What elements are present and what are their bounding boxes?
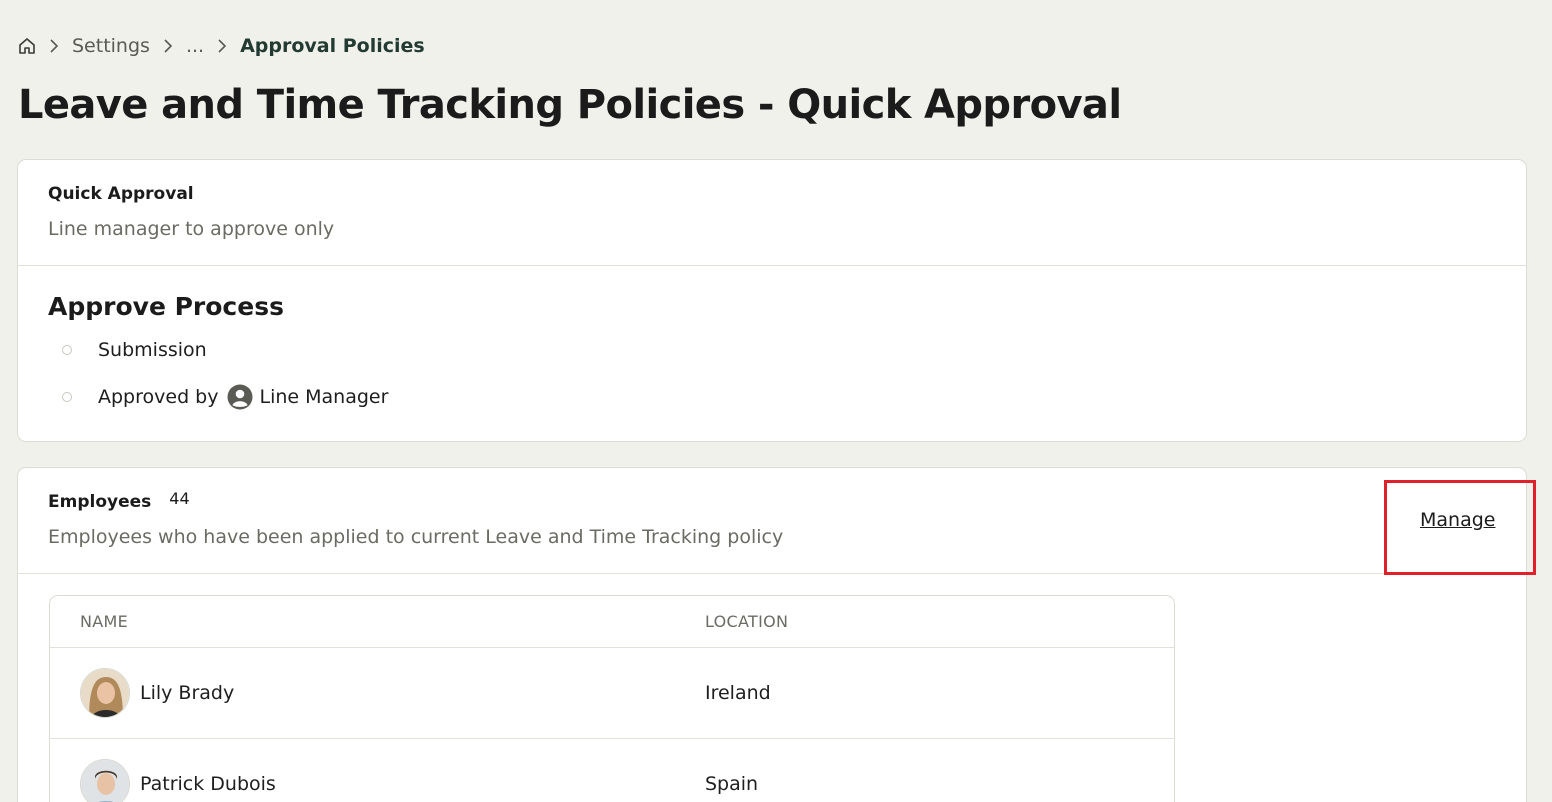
- table-row[interactable]: Lily Brady Ireland: [50, 648, 1174, 739]
- table-header: NAME LOCATION: [50, 596, 1174, 648]
- approver-name: Line Manager: [259, 386, 389, 408]
- employees-title-row: Employees 44: [48, 489, 1496, 512]
- step-submission: Submission: [62, 334, 388, 366]
- page: Settings ... Approval Policies Leave and…: [0, 0, 1552, 802]
- step-dot-icon: [62, 392, 72, 402]
- step-dot-icon: [62, 345, 72, 355]
- step-label: Submission: [98, 339, 207, 361]
- employees-description: Employees who have been applied to curre…: [48, 526, 784, 548]
- avatar: [80, 668, 130, 718]
- breadcrumb-settings[interactable]: Settings: [72, 33, 150, 59]
- chevron-right-icon: [150, 37, 186, 55]
- approval-steps: Submission Approved by Line Manager: [62, 334, 388, 428]
- policy-card-header: Quick Approval Line manager to approve o…: [18, 160, 1526, 266]
- home-icon[interactable]: [18, 37, 36, 55]
- policy-description: Line manager to approve only: [48, 218, 335, 240]
- employees-card-header: Employees 44 Employees who have been app…: [18, 468, 1526, 574]
- employees-count: 44: [169, 489, 190, 508]
- employee-name: Patrick Dubois: [140, 773, 276, 795]
- avatar: [80, 759, 130, 802]
- chevron-right-icon: [204, 37, 240, 55]
- chevron-right-icon: [36, 37, 72, 55]
- employee-location: Ireland: [705, 682, 771, 704]
- column-header-name[interactable]: NAME: [80, 612, 128, 631]
- user-avatar-icon: [227, 384, 253, 410]
- employee-location: Spain: [705, 773, 759, 795]
- employees-card: Employees 44 Employees who have been app…: [17, 467, 1536, 802]
- employees-table: NAME LOCATION Lily Brady Ireland Patrick…: [49, 595, 1175, 802]
- breadcrumb-current: Approval Policies: [240, 35, 425, 57]
- employee-name: Lily Brady: [140, 682, 235, 704]
- step-label: Approved by: [98, 386, 219, 408]
- step-approved-by: Approved by Line Manager: [62, 381, 388, 413]
- policy-card: Quick Approval Line manager to approve o…: [17, 159, 1527, 442]
- breadcrumb-ellipsis[interactable]: ...: [186, 33, 204, 59]
- breadcrumb: Settings ... Approval Policies: [18, 33, 425, 59]
- column-header-location[interactable]: LOCATION: [705, 612, 788, 631]
- approve-process-title: Approve Process: [48, 292, 284, 321]
- page-title: Leave and Time Tracking Policies - Quick…: [18, 82, 1122, 128]
- table-row[interactable]: Patrick Dubois Spain: [50, 739, 1174, 802]
- manage-link[interactable]: Manage: [1420, 509, 1495, 531]
- employees-title: Employees: [48, 492, 152, 512]
- policy-name: Quick Approval: [48, 184, 194, 204]
